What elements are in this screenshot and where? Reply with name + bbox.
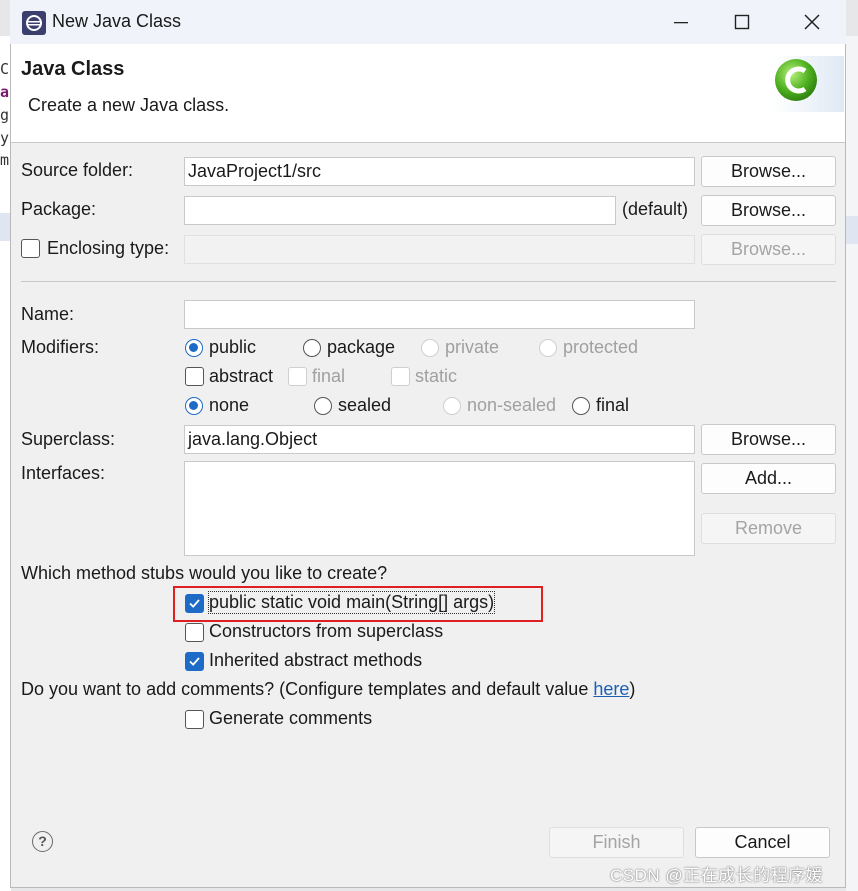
window-title: New Java Class bbox=[52, 11, 182, 31]
radio-private-label: private bbox=[445, 337, 500, 357]
main-method-checkbox[interactable] bbox=[185, 594, 204, 613]
inherited-methods-checkbox[interactable] bbox=[185, 652, 204, 671]
checkmark-icon bbox=[189, 599, 200, 608]
generate-comments-label: Generate comments bbox=[209, 708, 373, 728]
comments-question: Do you want to add comments? (Configure … bbox=[21, 679, 635, 700]
comments-question-text: Do you want to add comments? (Configure … bbox=[21, 679, 594, 699]
separator bbox=[21, 281, 836, 282]
help-icon[interactable]: ? bbox=[32, 831, 53, 852]
checkmark-icon bbox=[189, 657, 200, 666]
method-stubs-question: Which method stubs would you like to cre… bbox=[21, 563, 388, 583]
background-highlight-band-right bbox=[846, 216, 858, 244]
radio-public[interactable] bbox=[185, 339, 203, 357]
name-input[interactable] bbox=[184, 300, 695, 329]
inherited-methods-label: Inherited abstract methods bbox=[209, 650, 423, 670]
source-folder-label: Source folder: bbox=[21, 160, 134, 180]
source-folder-browse-button[interactable]: Browse... bbox=[701, 156, 836, 187]
abstract-label: abstract bbox=[209, 366, 274, 386]
radio-private bbox=[421, 339, 439, 357]
eclipse-icon bbox=[21, 10, 47, 36]
radio-sealed[interactable] bbox=[314, 397, 332, 415]
abstract-checkbox[interactable] bbox=[185, 367, 204, 386]
radio-final[interactable] bbox=[572, 397, 590, 415]
wizard-header bbox=[11, 44, 845, 143]
interfaces-add-button[interactable]: Add... bbox=[701, 463, 836, 494]
comments-question-end: ) bbox=[629, 679, 636, 699]
final-checkbox bbox=[288, 367, 307, 386]
close-icon bbox=[804, 14, 820, 30]
wizard-title: Java Class bbox=[21, 58, 125, 80]
main-method-label: public static void main(String[] args) bbox=[207, 591, 496, 614]
close-button[interactable] bbox=[781, 0, 843, 44]
background-text-char: a bbox=[0, 83, 10, 101]
background-window-edge-right bbox=[846, 36, 858, 891]
package-input[interactable] bbox=[184, 196, 616, 225]
watermark: CSDN @正在成长的程序媛 bbox=[610, 866, 824, 885]
minimize-button[interactable] bbox=[650, 0, 712, 44]
superclass-label: Superclass: bbox=[21, 429, 116, 449]
radio-none[interactable] bbox=[185, 397, 203, 415]
radio-non-sealed bbox=[443, 397, 461, 415]
radio-protected bbox=[539, 339, 557, 357]
radio-non-sealed-label: non-sealed bbox=[467, 395, 557, 415]
background-text-char: g bbox=[0, 106, 10, 124]
maximize-icon bbox=[734, 14, 750, 30]
wizard-message: Create a new Java class. bbox=[28, 95, 230, 115]
cancel-button[interactable]: Cancel bbox=[695, 827, 830, 858]
radio-protected-label: protected bbox=[563, 337, 639, 357]
package-browse-button[interactable]: Browse... bbox=[701, 195, 836, 226]
superclass-browse-button[interactable]: Browse... bbox=[701, 424, 836, 455]
static-label: static bbox=[415, 366, 458, 386]
interfaces-remove-button: Remove bbox=[701, 513, 836, 544]
background-text-char: m bbox=[0, 151, 10, 169]
new-class-banner-icon bbox=[772, 56, 844, 112]
background-text-char: y bbox=[0, 129, 10, 147]
background-text-char: C bbox=[0, 60, 10, 78]
finish-button: Finish bbox=[549, 827, 684, 858]
enclosing-type-checkbox[interactable] bbox=[21, 239, 40, 258]
static-checkbox bbox=[391, 367, 410, 386]
minimize-icon bbox=[674, 22, 688, 24]
radio-package[interactable] bbox=[303, 339, 321, 357]
configure-templates-link[interactable]: here bbox=[593, 679, 629, 699]
maximize-button[interactable] bbox=[711, 0, 773, 44]
radio-none-label: none bbox=[209, 395, 250, 415]
final-label: final bbox=[312, 366, 346, 386]
enclosing-type-label: Enclosing type: bbox=[47, 238, 170, 258]
superclass-input[interactable]: java.lang.Object bbox=[184, 425, 695, 454]
constructors-label: Constructors from superclass bbox=[209, 621, 444, 641]
name-label: Name: bbox=[21, 304, 75, 324]
modifiers-label: Modifiers: bbox=[21, 337, 100, 357]
generate-comments-checkbox[interactable] bbox=[185, 710, 204, 729]
radio-package-label: package bbox=[327, 337, 396, 357]
constructors-checkbox[interactable] bbox=[185, 623, 204, 642]
enclosing-type-browse-button: Browse... bbox=[701, 234, 836, 265]
source-folder-input[interactable]: JavaProject1/src bbox=[184, 157, 695, 186]
package-default-note: (default) bbox=[622, 199, 689, 219]
package-label: Package: bbox=[21, 199, 97, 219]
interfaces-list[interactable] bbox=[184, 461, 695, 556]
radio-final-label: final bbox=[596, 395, 630, 415]
radio-public-label: public bbox=[209, 337, 257, 357]
enclosing-type-input bbox=[184, 235, 695, 264]
interfaces-label: Interfaces: bbox=[21, 463, 106, 483]
radio-sealed-label: sealed bbox=[338, 395, 392, 415]
